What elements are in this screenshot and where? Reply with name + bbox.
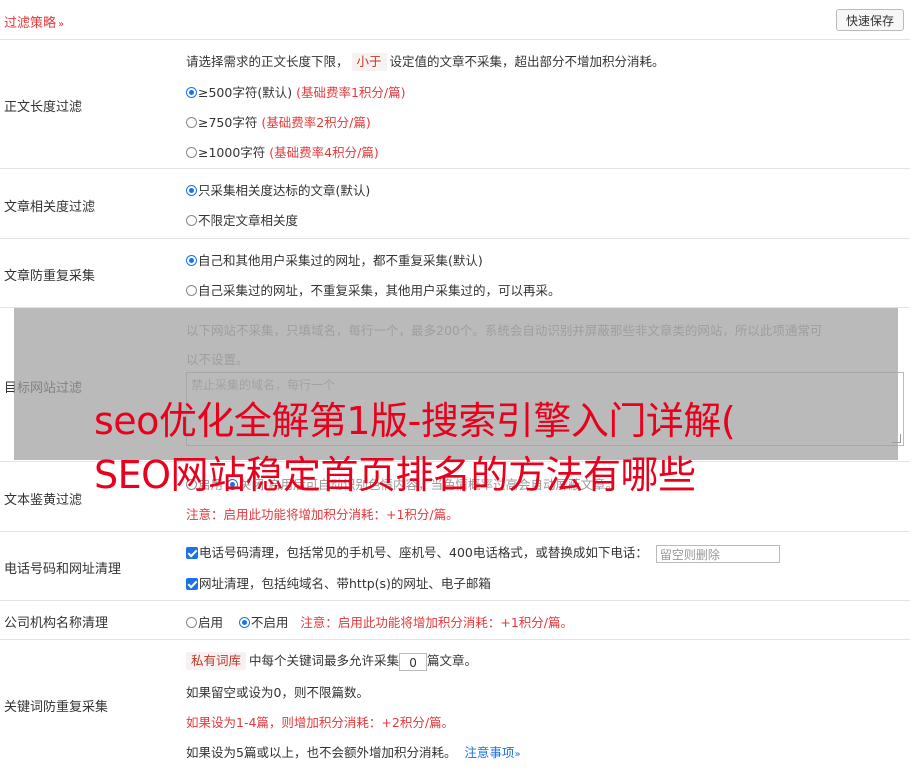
radio-button[interactable] xyxy=(238,617,250,628)
quick-save-button[interactable]: 快速保存 xyxy=(836,9,904,31)
radio-button[interactable] xyxy=(186,185,197,196)
radio-button[interactable] xyxy=(186,147,197,158)
chevron-down-icon: » xyxy=(514,749,521,760)
length-option-1000[interactable]: ≥1000字符 (基础费率4积分/篇) xyxy=(186,142,379,161)
dedupe-section: 文章防重复采集 自己和其他用户采集过的网址，都不重复采集(默认) 自己采集过的网… xyxy=(0,239,910,308)
company-clean-section: 公司机构名称清理 启用 不启用 注意：启用此功能将增加积分消耗：+1积分/篇。 xyxy=(0,601,910,640)
company-clean-label: 公司机构名称清理 xyxy=(4,616,109,631)
overlay-headline-1: seo优化全解第1版-搜索引擎入门详解( xyxy=(94,399,736,443)
keyword-line-4: 如果设为5篇或以上，也不会额外增加积分消耗。 注意事项» xyxy=(186,745,521,760)
length-filter-desc: 请选择需求的正文长度下限， 小于 设定值的文章不采集，超出部分不增加积分消耗。 xyxy=(186,53,665,71)
target-site-desc-1: 以下网站不采集，只填域名，每行一个，最多200个。系统会自动识别并屏蔽那些非文章… xyxy=(186,323,823,338)
relevance-option-any[interactable]: 不限定文章相关度 xyxy=(186,210,298,229)
length-option-500[interactable]: ≥500字符(默认) (基础费率1积分/篇) xyxy=(186,82,406,101)
phone-clean-section: 电话号码和网址清理 电话号码清理，包括常见的手机号、座机号、400电话格式，或替… xyxy=(0,532,910,601)
filter-header: 过滤策略» 快速保存 xyxy=(0,0,910,40)
less-than-tag: 小于 xyxy=(351,53,387,71)
phone-clean-option[interactable]: 电话号码清理，包括常见的手机号、座机号、400电话格式，或替换成如下电话： 留空… xyxy=(186,542,780,563)
private-lexicon-tag[interactable]: 私有词库 xyxy=(186,652,247,670)
chevron-down-icon: » xyxy=(58,19,65,30)
filter-title[interactable]: 过滤策略» xyxy=(4,12,64,31)
radio-button[interactable] xyxy=(186,285,197,296)
radio-button[interactable] xyxy=(186,617,197,628)
relevance-section: 文章相关度过滤 只采集相关度达标的文章(默认) 不限定文章相关度 xyxy=(0,169,910,239)
phone-clean-label: 电话号码和网址清理 xyxy=(4,562,122,577)
relevance-option-strict[interactable]: 只采集相关度达标的文章(默认) xyxy=(186,180,370,199)
dedupe-option-all[interactable]: 自己和其他用户采集过的网址，都不重复采集(默认) xyxy=(186,250,483,269)
porn-filter-label: 文本鉴黄过滤 xyxy=(4,493,83,508)
company-clean-options[interactable]: 启用 不启用 注意：启用此功能将增加积分消耗：+1积分/篇。 xyxy=(186,612,573,631)
replacement-phone-input[interactable]: 留空则删除 xyxy=(655,544,780,563)
relevance-label: 文章相关度过滤 xyxy=(4,200,96,215)
overlay-headline-2: SEO网站稳定首页排名的方法有哪些 xyxy=(94,453,696,497)
resize-grip-icon[interactable] xyxy=(892,434,901,443)
notice-link[interactable]: 注意事项» xyxy=(464,745,520,760)
keyword-line-1: 私有词库 中每个关键词最多允许采集 0 篇文章。 xyxy=(186,650,477,671)
dedupe-label: 文章防重复采集 xyxy=(4,269,96,284)
target-site-desc-2: 以不设置。 xyxy=(186,352,249,367)
keyword-dedupe-label: 关键词防重复采集 xyxy=(4,700,109,715)
length-filter-section: 正文长度过滤 请选择需求的正文长度下限， 小于 设定值的文章不采集，超出部分不增加积… xyxy=(0,40,910,169)
length-filter-label: 正文长度过滤 xyxy=(4,100,83,115)
max-articles-input[interactable]: 0 xyxy=(399,652,428,671)
keyword-line-3: 如果设为1-4篇，则增加积分消耗：+2积分/篇。 xyxy=(186,715,455,730)
radio-button[interactable] xyxy=(186,87,197,98)
checkbox[interactable] xyxy=(186,547,198,559)
radio-button[interactable] xyxy=(186,215,197,226)
target-site-label: 目标网站过滤 xyxy=(4,381,83,396)
porn-filter-note: 注意：启用此功能将增加积分消耗：+1积分/篇。 xyxy=(186,507,459,522)
length-option-750[interactable]: ≥750字符 (基础费率2积分/篇) xyxy=(186,112,371,131)
checkbox[interactable] xyxy=(186,578,198,590)
keyword-dedupe-section: 关键词防重复采集 私有词库 中每个关键词最多允许采集 0 篇文章。 如果留空或设为0，… xyxy=(0,640,910,768)
dedupe-option-self[interactable]: 自己采集过的网址，不重复采集，其他用户采集过的，可以再采。 xyxy=(186,280,561,299)
radio-button[interactable] xyxy=(186,255,197,266)
radio-button[interactable] xyxy=(186,117,197,128)
url-clean-option[interactable]: 网址清理，包括纯域名、带http(s)的网址、电子邮箱 xyxy=(186,573,491,592)
company-clean-note: 注意：启用此功能将增加积分消耗：+1积分/篇。 xyxy=(300,615,573,630)
keyword-line-2: 如果留空或设为0，则不限篇数。 xyxy=(186,685,369,700)
